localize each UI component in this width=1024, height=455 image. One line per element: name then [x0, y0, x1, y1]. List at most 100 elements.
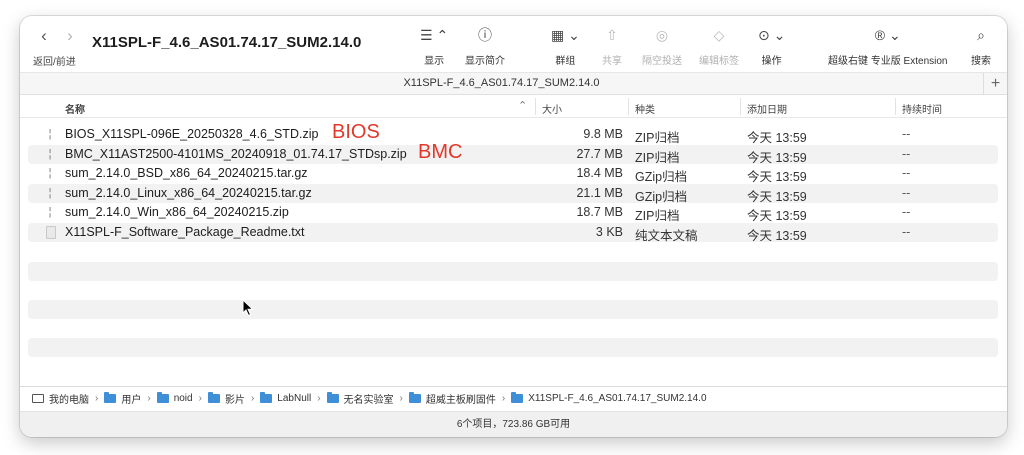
path-item[interactable]: 超威主板刷固件 [408, 391, 496, 406]
file-date: 今天 13:59 [747, 209, 807, 223]
chevron-right-icon: › [399, 393, 403, 404]
file-duration: -- [902, 166, 911, 180]
file-kind: 纯文本文稿 [635, 228, 698, 243]
ellipsis-circle-icon: ⊙ ⌄ [758, 27, 786, 43]
empty-list-area[interactable] [28, 262, 998, 376]
airdrop-button[interactable]: ◎ 隔空投送 [642, 27, 682, 67]
file-kind: ZIP归档 [635, 131, 680, 145]
file-row[interactable]: ¦ sum_2.14.0_Win_x86_64_20240215.zip 18.… [28, 203, 998, 223]
file-date: 今天 13:59 [747, 150, 807, 165]
path-label: X11SPL-F_4.6_AS01.74.17_SUM2.14.0 [528, 393, 707, 404]
path-item[interactable]: LabNull [260, 392, 312, 404]
list-view-icon: ☰ ⌃ [420, 27, 449, 43]
file-kind: GZip归档 [635, 189, 688, 204]
new-tab-button[interactable]: + [983, 73, 1007, 95]
path-item[interactable]: 影片 [207, 391, 245, 406]
file-name: sum_2.14.0_Linux_x86_64_20240215.tar.gz [65, 185, 312, 200]
path-label: 用户 [121, 395, 142, 406]
get-info-label: 显示简介 [465, 56, 505, 67]
file-date: 今天 13:59 [747, 228, 807, 243]
edit-tags-button[interactable]: ◇ 编辑标签 [699, 27, 739, 67]
path-label: 我的电脑 [49, 395, 89, 406]
file-size: 3 KB [595, 224, 623, 239]
archive-icon: ¦ [48, 186, 52, 199]
share-label: 共享 [602, 56, 622, 67]
search-icon: ⌕ [977, 27, 985, 43]
path-label: 无名实验室 [343, 395, 394, 406]
chevron-right-icon: › [147, 393, 151, 404]
edit-tags-label: 编辑标签 [699, 56, 739, 67]
file-name: BIOS_X11SPL-096E_20250328_4.6_STD.zip [65, 127, 319, 141]
back-button[interactable]: ‹ [38, 27, 50, 44]
super-right-click-button[interactable]: ® ⌄ 超级右键 专业版 Extension [828, 27, 947, 67]
path-label: 影片 [224, 395, 245, 406]
file-name: X11SPL-F_Software_Package_Readme.txt [65, 224, 305, 239]
mouse-pointer-icon [242, 299, 254, 317]
registered-icon: ® ⌄ [874, 27, 901, 43]
column-kind[interactable]: 种类 [628, 98, 655, 116]
file-duration: -- [902, 146, 911, 161]
file-row[interactable]: ¦ BIOS_X11SPL-096E_20250328_4.6_STD.zip … [28, 121, 998, 145]
folder-icon [104, 392, 117, 403]
file-duration: -- [902, 205, 911, 219]
column-size[interactable]: 大小 [535, 98, 562, 116]
file-size: 21.1 MB [576, 185, 623, 200]
tag-icon: ◇ [713, 27, 725, 43]
chevron-right-icon: › [198, 393, 202, 404]
archive-icon: ¦ [48, 167, 52, 179]
actions-button[interactable]: ⊙ ⌄ 操作 [758, 27, 785, 67]
status-bar: 6个项目，723.86 GB可用 [20, 411, 1007, 437]
column-name[interactable]: 名称 [65, 101, 85, 116]
path-item[interactable]: 用户 [104, 391, 141, 406]
file-row[interactable]: X11SPL-F_Software_Package_Readme.txt 3 K… [28, 222, 998, 243]
window-title: X11SPL-F_4.6_AS01.74.17_SUM2.14.0 [92, 34, 362, 51]
display-mode-button[interactable]: ☰ ⌃ 显示 [420, 27, 448, 67]
text-file-icon [46, 225, 56, 239]
path-label: noid [173, 393, 193, 404]
path-item[interactable]: 无名实验室 [326, 391, 394, 406]
forward-button[interactable]: › [64, 27, 76, 44]
tab-bar: X11SPL-F_4.6_AS01.74.17_SUM2.14.0 + [20, 72, 1007, 95]
file-list: ¦ BIOS_X11SPL-096E_20250328_4.6_STD.zip … [28, 121, 998, 243]
path-item-current[interactable]: X11SPL-F_4.6_AS01.74.17_SUM2.14.0 [511, 392, 707, 404]
toolbar: ‹ › 返回/前进 X11SPL-F_4.6_AS01.74.17_SUM2.1… [20, 16, 1007, 68]
display-mode-label: 显示 [424, 56, 445, 67]
airdrop-label: 隔空投送 [642, 56, 682, 67]
group-button[interactable]: ▦ ⌄ 群组 [551, 27, 580, 67]
annotation-label: BIOS [332, 121, 380, 143]
chevron-right-icon: › [317, 393, 321, 404]
file-row[interactable]: ¦ sum_2.14.0_Linux_x86_64_20240215.tar.g… [28, 183, 998, 204]
folder-icon [156, 392, 169, 403]
path-bar: 我的电脑 › 用户 › noid › 影片 › LabNull › 无名实验室 … [20, 386, 1007, 410]
file-date: 今天 13:59 [747, 189, 807, 204]
file-kind: ZIP归档 [635, 209, 680, 223]
tab-current[interactable]: X11SPL-F_4.6_AS01.74.17_SUM2.14.0 [20, 77, 983, 89]
get-info-button[interactable]: ⓘ 显示简介 [465, 27, 505, 67]
nav-label: 返回/前进 [33, 57, 76, 68]
column-duration[interactable]: 持续时间 [895, 98, 942, 116]
path-item[interactable]: noid [156, 392, 193, 404]
file-duration: -- [902, 224, 911, 239]
chevron-right-icon: › [95, 393, 99, 404]
folder-icon [260, 392, 273, 403]
share-icon: ⇧ [606, 27, 618, 43]
folder-icon [207, 392, 220, 403]
sort-ascending-icon[interactable]: ⌃ [518, 99, 527, 112]
file-date: 今天 13:59 [747, 131, 807, 145]
file-name: sum_2.14.0_BSD_x86_64_20240215.tar.gz [65, 166, 308, 180]
archive-icon: ¦ [48, 128, 52, 140]
search-button[interactable]: ⌕ 搜索 [971, 27, 991, 67]
file-row[interactable]: ¦ BMC_X11AST2500-4101MS_20240918_01.74.1… [28, 141, 998, 165]
super-right-click-label: 超级右键 专业版 Extension [828, 56, 948, 67]
path-label: LabNull [277, 393, 312, 404]
file-size: 9.8 MB [583, 127, 623, 141]
column-date-added[interactable]: 添加日期 [740, 98, 787, 116]
share-button[interactable]: ⇧ 共享 [602, 27, 622, 67]
column-header: 名称 ⌃ 大小 种类 添加日期 持续时间 [20, 96, 1007, 118]
path-item-computer[interactable]: 我的电脑 [32, 391, 89, 406]
archive-icon: ¦ [48, 206, 52, 218]
folder-icon [408, 392, 421, 403]
file-row[interactable]: ¦ sum_2.14.0_BSD_x86_64_20240215.tar.gz … [28, 164, 998, 184]
computer-icon [32, 394, 44, 403]
file-size: 27.7 MB [576, 146, 623, 161]
